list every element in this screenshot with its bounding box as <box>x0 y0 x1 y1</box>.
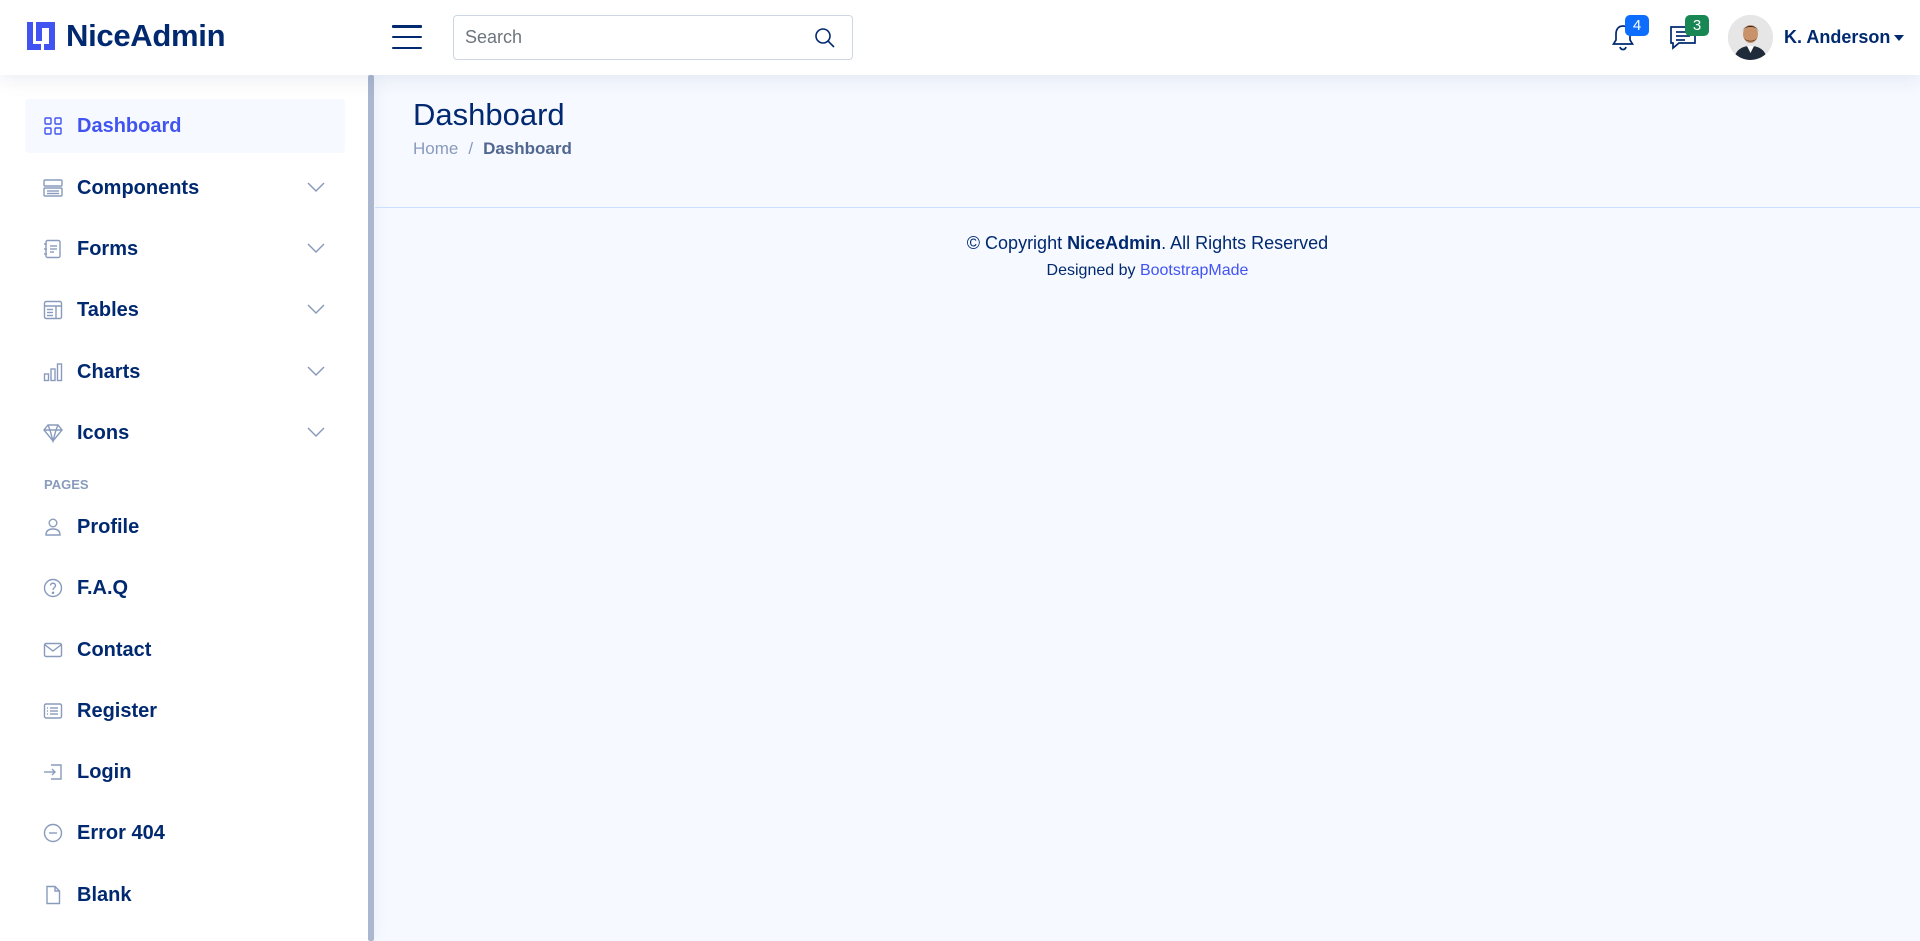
sidebar-item-login[interactable]: Login <box>25 745 345 799</box>
layout-text-window-icon <box>43 300 63 320</box>
chevron-down-icon <box>307 366 325 377</box>
sidebar-item-label: Tables <box>77 298 139 321</box>
sidebar-item-contact[interactable]: Contact <box>25 623 345 677</box>
person-icon <box>45 518 61 536</box>
sidebar-toggle-button[interactable] <box>392 22 422 52</box>
messages-badge: 3 <box>1685 15 1709 36</box>
sidebar-item-charts[interactable]: Charts <box>25 345 345 399</box>
sidebar-item-blank[interactable]: Blank <box>25 868 345 922</box>
profile-dropdown[interactable]: K. Anderson <box>1728 15 1905 60</box>
chevron-down-icon <box>307 243 325 254</box>
chevron-down-icon <box>307 182 325 193</box>
credits-text: Designed by BootstrapMade <box>375 262 1920 280</box>
sidebar-item-dashboard[interactable]: Dashboard <box>25 99 345 153</box>
copyright-prefix: © Copyright <box>966 233 1068 253</box>
envelope-icon <box>43 642 63 658</box>
file-icon <box>46 885 61 905</box>
copyright-suffix: . All Rights Reserved <box>1161 233 1329 253</box>
search-icon[interactable] <box>813 26 837 50</box>
sidebar-item-label: Forms <box>77 237 139 260</box>
journal-text-icon <box>44 239 61 259</box>
logo-icon <box>27 22 55 50</box>
grid-icon <box>44 117 62 135</box>
designer-link[interactable]: BootstrapMade <box>1140 262 1249 279</box>
breadcrumb-current: Dashboard <box>483 139 572 158</box>
breadcrumb: Home / Dashboard <box>413 139 572 159</box>
breadcrumb-separator: / <box>468 139 474 158</box>
notifications-badge: 4 <box>1625 15 1649 36</box>
brand-name: NiceAdmin <box>66 18 226 53</box>
sidebar-scrollbar-thumb[interactable] <box>368 75 374 941</box>
page-title-block: Dashboard <box>413 97 565 133</box>
gem-icon <box>43 424 63 443</box>
chevron-down-icon <box>307 304 325 315</box>
notifications-button[interactable]: 4 <box>1606 15 1649 54</box>
sidebar-item-register[interactable]: Register <box>25 684 345 738</box>
page-title: Dashboard <box>413 97 565 132</box>
brand-logo[interactable]: NiceAdmin <box>24 18 226 54</box>
footer-divider <box>375 207 1920 208</box>
sidebar-item-label: Profile <box>77 515 140 538</box>
search-bar <box>453 15 853 60</box>
chevron-down-icon <box>307 427 325 438</box>
box-arrow-in-right-icon <box>44 764 62 780</box>
sidebar-item-profile[interactable]: Profile <box>25 500 345 554</box>
sidebar-item-faq[interactable]: F.A.Q <box>25 561 345 615</box>
sidebar-item-label: F.A.Q <box>77 576 129 599</box>
hamburger-line-bottom <box>392 46 422 49</box>
search-input[interactable] <box>454 17 794 58</box>
sidebar-item-label: Components <box>77 176 200 199</box>
card-list-icon <box>43 703 63 719</box>
sidebar-item-label: Dashboard <box>77 114 182 137</box>
credits-prefix: Designed by <box>1046 262 1140 279</box>
hamburger-line-middle <box>392 35 422 39</box>
sidebar-item-tables[interactable]: Tables <box>25 283 345 337</box>
avatar <box>1728 15 1773 60</box>
sidebar-item-label: Contact <box>77 638 152 661</box>
sidebar-item-label: Icons <box>77 421 130 444</box>
sidebar-item-label: Error 404 <box>77 821 165 844</box>
top-header: NiceAdmin 4 3 <box>0 0 1920 75</box>
caret-down-icon <box>1894 34 1905 41</box>
profile-name: K. Anderson <box>1784 27 1891 47</box>
sidebar-heading-pages: Pages <box>44 477 89 492</box>
question-circle-icon <box>43 578 63 598</box>
sidebar-item-components[interactable]: Components <box>25 161 345 215</box>
dash-circle-icon <box>43 823 63 843</box>
sidebar-item-icons[interactable]: Icons <box>25 406 345 460</box>
sidebar-item-label: Register <box>77 699 158 722</box>
menu-button-icon <box>43 179 63 197</box>
hamburger-line-top <box>392 25 422 28</box>
copyright-text: © Copyright NiceAdmin. All Rights Reserv… <box>375 233 1920 254</box>
sidebar-item-label: Charts <box>77 360 141 383</box>
sidebar-item-forms[interactable]: Forms <box>25 222 345 276</box>
sidebar-item-label: Login <box>77 760 132 783</box>
breadcrumb-home-link[interactable]: Home <box>413 139 458 159</box>
messages-button[interactable]: 3 <box>1666 15 1709 54</box>
bar-chart-icon <box>43 363 63 382</box>
sidebar-item-error-404[interactable]: Error 404 <box>25 806 345 860</box>
copyright-brand: NiceAdmin <box>1067 233 1162 253</box>
sidebar-item-label: Blank <box>77 883 132 906</box>
footer: © Copyright NiceAdmin. All Rights Reserv… <box>375 233 1920 280</box>
